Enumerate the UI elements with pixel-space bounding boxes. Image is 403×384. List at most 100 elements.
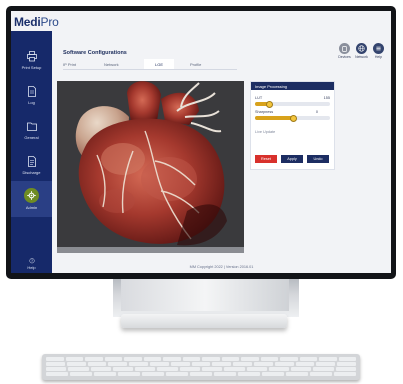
apply-button[interactable]: Apply [281,155,303,163]
keyboard-row [46,367,356,371]
devices-button[interactable]: Devices [338,43,351,59]
panel-title: Image Processing [251,82,334,90]
sidebar-item-label: General [24,134,39,140]
help-icon [373,43,384,54]
keyboard-key [260,357,278,361]
sidebar-item-admin[interactable]: Admin [11,181,52,217]
keyboard-key [286,372,308,376]
keyboard-key [313,367,334,371]
lut-value: 155 [323,96,330,100]
keyboard-key [190,372,212,376]
sidebar: Print Setup Log General Discharge Admin … [11,31,52,273]
device-icon [339,43,350,54]
sharpness-slider-knob[interactable] [290,115,297,122]
keyboard-key [221,357,239,361]
monitor-stand-base [121,314,287,328]
keyboard-key [201,367,223,371]
lut-slider-knob[interactable] [266,101,273,108]
sidebar-item-general[interactable]: General [11,113,52,147]
reset-button[interactable]: Reset [255,155,277,163]
network-button[interactable]: Network [355,43,368,59]
keyboard-key [262,372,284,376]
keyboard-key [316,362,336,366]
keyboard-key [246,367,267,371]
monitor-stand [113,279,299,317]
folder-icon [26,122,37,131]
keyboard-key [241,357,259,361]
heart-scan-image [57,81,244,247]
sidebar-item-label: Print Setup [21,64,42,70]
keyboard-key [163,357,181,361]
keyboard-key [233,362,252,366]
help-icon: ? [28,258,35,264]
keyboard-key [112,367,134,371]
keyboard-key [142,372,164,376]
sidebar-item-discharge[interactable]: Discharge [11,148,52,182]
top-toolbar: Devices Network Help [338,43,385,59]
keyboard-key [166,372,188,376]
app-logo: MediPro [13,12,59,32]
sidebar-item-label: Admin [25,205,38,210]
keyboard-key [68,367,89,371]
lut-slider[interactable] [255,101,330,108]
sidebar-item-label: Discharge [22,169,41,175]
keyboard-key [295,362,315,366]
keyboard-key [108,362,128,366]
keyboard-key [135,367,156,371]
printer-icon [26,50,37,61]
keyboard-key [70,372,92,376]
sidebar-item-help[interactable]: ? Help [11,255,52,273]
keyboard-key [280,357,298,361]
keyboard-keys [46,357,356,377]
gear-icon [27,191,36,200]
sidebar-item-print-setup[interactable]: Print Setup [11,43,52,77]
sidebar-item-label: Help [27,265,36,270]
keyboard-key [65,357,83,361]
keyboard-key [118,372,140,376]
svg-text:?: ? [31,259,33,263]
keyboard-key [224,367,245,371]
keyboard-key [291,367,312,371]
monitor-frame: MediPro Print Setup Log General Discharg… [6,6,396,279]
sharpness-label: Sharpness [255,110,274,114]
keyboard-key [202,357,220,361]
sharpness-slider-fill [255,116,293,120]
image-processing-panel: Image Processing LUT 155 Sharpness 0 Liv… [250,81,335,170]
keyboard-key [310,372,332,376]
keyboard-row [46,357,356,361]
keyboard-key [335,367,356,371]
file-icon [27,155,36,167]
tab-profile[interactable]: Profile [190,59,201,69]
help-button[interactable]: Help [372,43,385,59]
keyboard-key [46,372,68,376]
keyboard-key [179,367,200,371]
lut-label: LUT [255,96,263,100]
sharpness-slider[interactable] [255,115,330,122]
keyboard-key [274,362,294,366]
image-viewer[interactable] [57,81,244,253]
tab-network[interactable]: Network [104,59,119,69]
keyboard-key [124,357,142,361]
keyboard-key [268,367,290,371]
keyboard-key [90,367,111,371]
network-label: Network [355,55,368,59]
live-update-link[interactable]: Live Update [255,130,275,134]
keyboard-key [143,357,161,361]
undo-button[interactable]: Undo [307,155,329,163]
tab-ip-print[interactable]: IP Print [63,59,76,69]
logo-text-main: Medi [14,15,41,29]
page-title: Software Configurations [63,50,127,56]
keyboard-key [87,362,107,366]
keyboard-key [104,357,122,361]
viewer-status-bar [57,247,244,253]
keyboard-key [157,367,178,371]
document-icon [27,85,36,97]
keyboard-key [238,372,260,376]
main-content: Software Configurations Devices Network … [52,31,391,273]
sidebar-item-log[interactable]: Log [11,78,52,112]
admin-icon-badge [24,188,39,203]
devices-label: Devices [338,55,351,59]
keyboard [42,354,360,380]
tab-divider [63,69,237,70]
sharpness-value: 0 [315,110,318,114]
